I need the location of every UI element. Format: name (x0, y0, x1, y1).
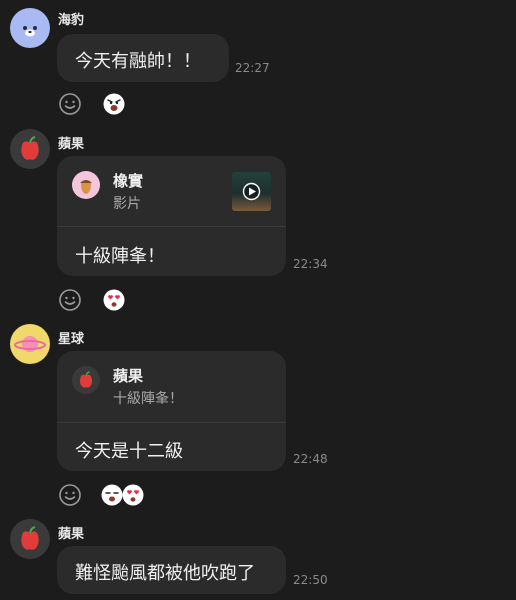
message-bubble[interactable]: 難怪颱風都被他吹跑了 (57, 546, 286, 594)
surprised-face-sticker-icon[interactable] (103, 93, 125, 115)
reply-preview[interactable]: 橡實 影片 (57, 156, 286, 226)
apple-avatar-icon (21, 526, 39, 550)
avatar-planet[interactable] (10, 324, 50, 364)
message-time: 22:50 (293, 573, 328, 587)
reply-label: 影片 (113, 196, 141, 212)
reply-divider (57, 422, 286, 423)
message-bubble[interactable]: 蘋果 十級陣夆！ 今天是十二級 (57, 351, 286, 471)
add-reaction-icon[interactable] (58, 288, 82, 312)
message-text: 十級陣夆！ (75, 246, 165, 267)
message-bubble[interactable]: 今天有融帥！！ (57, 34, 229, 82)
reply-divider (57, 226, 286, 227)
sender-name: 星球 (58, 332, 85, 347)
apple-avatar-icon (72, 366, 100, 394)
avatar-apple[interactable] (10, 519, 50, 559)
video-play-icon (242, 182, 261, 201)
message-text: 難怪颱風都被他吹跑了 (75, 563, 255, 584)
message-bubble[interactable]: 橡實 影片 十級陣夆！ (57, 156, 286, 276)
avatar-apple[interactable] (10, 129, 50, 169)
message-time: 22:34 (293, 257, 328, 271)
sender-name: 海豹 (58, 13, 85, 28)
heart-eyes-sticker-icon[interactable] (103, 289, 125, 311)
add-reaction-icon[interactable] (58, 92, 82, 116)
video-thumbnail[interactable] (232, 172, 271, 211)
reply-author: 橡實 (113, 172, 144, 190)
message-text: 今天有融帥！！ (75, 51, 201, 72)
sender-name: 蘋果 (58, 137, 85, 152)
message-time: 22:27 (235, 61, 270, 75)
add-reaction-icon[interactable] (58, 483, 82, 507)
seal-avatar-icon (23, 26, 37, 37)
apple-avatar-icon (21, 136, 39, 160)
message-time: 22:48 (293, 452, 328, 466)
planet-avatar-icon (14, 336, 46, 352)
reply-preview[interactable]: 蘋果 十級陣夆！ (57, 351, 286, 421)
avatar-seal[interactable] (10, 8, 50, 48)
reply-author: 蘋果 (113, 367, 144, 385)
message-text: 今天是十二級 (75, 441, 183, 462)
reply-label: 十級陣夆！ (113, 391, 183, 407)
sender-name: 蘋果 (58, 527, 85, 542)
sticker-pair-icon[interactable] (100, 484, 146, 506)
acorn-avatar-icon (72, 171, 100, 199)
